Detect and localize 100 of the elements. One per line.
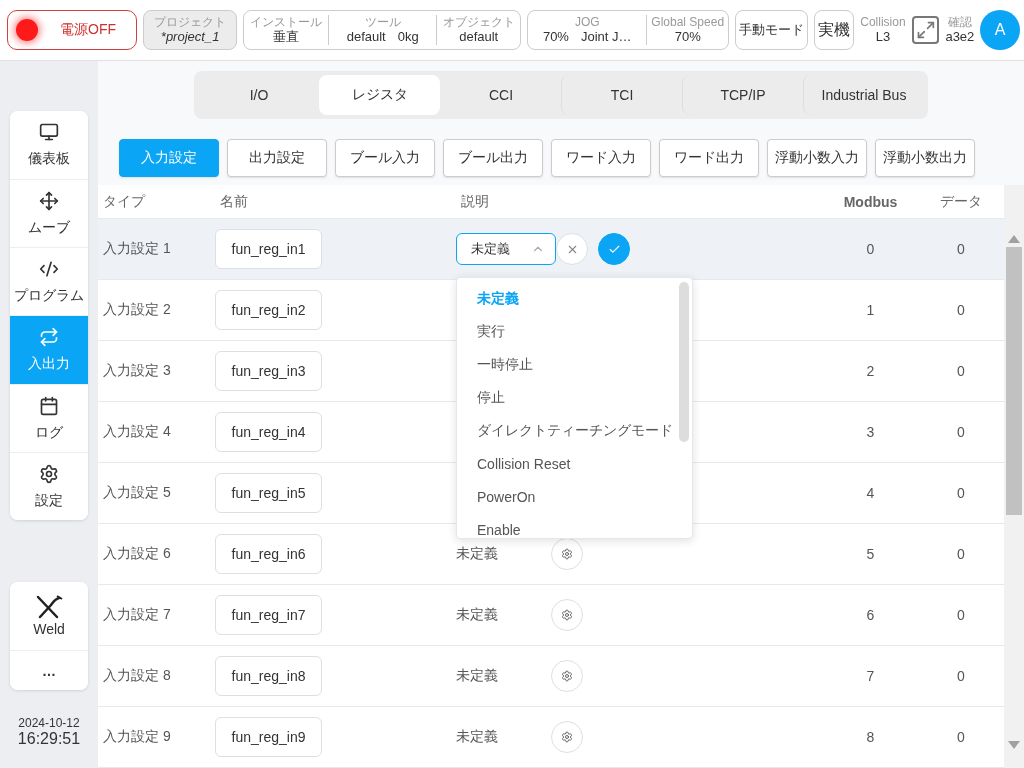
dropdown-option[interactable]: Enable — [457, 513, 692, 538]
mode-button[interactable]: 実機 — [814, 10, 855, 50]
name-field[interactable]: fun_reg_in2 — [215, 290, 322, 330]
time-text: 16:29:51 — [17, 730, 81, 748]
column-header: 名前 — [219, 192, 249, 211]
date-text: 2024-10-12 — [18, 716, 80, 730]
setup-label: オブジェクト — [442, 15, 515, 29]
nav-label: 設定 — [35, 491, 63, 510]
speed-panel[interactable]: JOG 70% Joint J… Global Speed 70% — [527, 10, 730, 50]
confirm-button[interactable] — [598, 233, 630, 265]
modbus-cell-text: 7 — [865, 668, 876, 684]
type-cell-text: 入力設定 8 — [102, 667, 172, 685]
data-cell-text: 0 — [956, 607, 966, 623]
nav-item[interactable]: プログラム — [10, 247, 88, 315]
settings-button[interactable] — [551, 538, 583, 570]
tab[interactable]: I/O — [198, 75, 319, 115]
dropdown-option[interactable]: PowerOn — [457, 480, 692, 513]
name-field[interactable]: fun_reg_in7 — [215, 595, 322, 635]
speed-value: 70% — [674, 29, 701, 45]
settings-button[interactable] — [551, 721, 583, 753]
type-cell-text: 入力設定 4 — [102, 423, 172, 441]
setup-label: ツール — [364, 15, 401, 29]
setup-value: default — [346, 29, 386, 45]
setup-label: インストール — [250, 15, 323, 29]
monitor-icon — [39, 122, 59, 142]
menu-scrollbar[interactable] — [679, 282, 689, 442]
category-button[interactable]: 浮動小数出力 — [875, 139, 975, 177]
column-header: タイプ — [102, 192, 147, 211]
tab[interactable]: CCI — [440, 75, 561, 115]
modbus-cell-text: 2 — [865, 363, 876, 379]
setup-panel[interactable]: インストール 垂直 ツール default 0kg オブジェクト default — [243, 10, 522, 50]
nav-label: 儀表板 — [28, 150, 70, 168]
nav-label: 入出力 — [28, 355, 70, 373]
nav-label: ムーブ — [28, 218, 70, 237]
modbus-cell-text: 5 — [865, 546, 876, 562]
nav-item[interactable]: 設定 — [10, 452, 88, 520]
tab[interactable]: Industrial Bus — [803, 75, 924, 115]
setup-value: default — [459, 29, 499, 45]
nav-item[interactable]: 儀表板 — [10, 111, 88, 179]
collision-value: L3 — [875, 29, 891, 45]
confirm-value: a3e2 — [945, 29, 975, 45]
nav-item[interactable]: ログ — [10, 384, 88, 452]
category-button[interactable]: ブール出力 — [443, 139, 543, 177]
type-cell-text: 入力設定 5 — [102, 484, 172, 502]
data-cell-text: 0 — [956, 363, 966, 379]
nav-item[interactable]: Weld — [10, 582, 88, 650]
category-button[interactable]: ブール入力 — [335, 139, 435, 177]
expand-icon[interactable] — [911, 16, 940, 44]
power-button[interactable]: 電源OFF — [7, 10, 137, 50]
data-cell-text: 0 — [956, 729, 966, 745]
nav-label: Weld — [33, 621, 65, 637]
settings-button[interactable] — [551, 599, 583, 631]
category-button[interactable]: 出力設定 — [227, 139, 327, 177]
name-field[interactable]: fun_reg_in6 — [215, 534, 322, 574]
name-field[interactable]: fun_reg_in1 — [215, 229, 322, 269]
modbus-cell-text: 6 — [865, 607, 876, 623]
settings-button[interactable] — [551, 660, 583, 692]
name-field[interactable]: fun_reg_in9 — [215, 717, 322, 757]
speed-label: Global Speed — [651, 15, 725, 29]
project-name: *project_1 — [160, 29, 220, 45]
modbus-cell-text: 3 — [865, 424, 876, 440]
more-button[interactable]: … — [10, 650, 88, 690]
category-button[interactable]: ワード入力 — [551, 139, 651, 177]
mode-button[interactable]: 手動モード — [735, 10, 809, 50]
dropdown-option[interactable]: 一時停止 — [457, 348, 692, 381]
dropdown-option[interactable]: ダイレクトティーチングモード — [457, 414, 692, 447]
tab[interactable]: TCI — [561, 75, 682, 115]
scrollbar[interactable] — [1004, 185, 1024, 768]
power-indicator-icon — [16, 19, 38, 41]
name-field[interactable]: fun_reg_in4 — [215, 412, 322, 452]
move-icon — [39, 190, 59, 211]
welding-torch-icon — [35, 595, 63, 619]
name-field[interactable]: fun_reg_in5 — [215, 473, 322, 513]
type-cell-text: 入力設定 1 — [102, 240, 172, 258]
dropdown-option[interactable]: 停止 — [457, 381, 692, 414]
description-select[interactable]: 未定義 — [456, 233, 556, 265]
data-cell-text: 0 — [956, 302, 966, 318]
type-cell-text: 入力設定 9 — [102, 728, 172, 746]
column-header: 説明 — [460, 192, 490, 211]
category-button[interactable]: 浮動小数入力 — [767, 139, 867, 177]
data-cell-text: 0 — [956, 546, 966, 562]
dropdown-option[interactable]: 実行 — [457, 315, 692, 348]
project-panel[interactable]: プロジェクト *project_1 — [143, 10, 238, 50]
calendar-icon — [39, 395, 59, 416]
data-cell-text: 0 — [956, 668, 966, 684]
speed-value: Joint J… — [580, 29, 632, 45]
data-cell-text: 0 — [956, 424, 966, 440]
modbus-cell-text: 4 — [865, 485, 876, 501]
name-field[interactable]: fun_reg_in3 — [215, 351, 322, 391]
nav-item[interactable]: ムーブ — [10, 179, 88, 247]
name-field[interactable]: fun_reg_in8 — [215, 656, 322, 696]
tab[interactable]: レジスタ — [319, 75, 440, 115]
category-button[interactable]: ワード出力 — [659, 139, 759, 177]
data-cell-text: 0 — [956, 485, 966, 501]
tab[interactable]: TCP/IP — [682, 75, 803, 115]
modbus-cell-text: 1 — [865, 302, 876, 318]
dropdown-option[interactable]: Collision Reset — [457, 447, 692, 480]
swap-icon — [39, 327, 59, 347]
modbus-cell-text: 0 — [865, 241, 876, 257]
gear-icon — [561, 670, 573, 682]
